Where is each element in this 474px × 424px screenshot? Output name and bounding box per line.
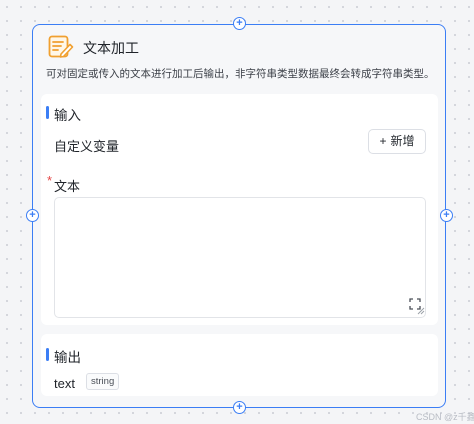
output-variable-name: text (54, 376, 75, 391)
node-title: 文本加工 (83, 40, 139, 56)
text-field-label: 文本 (54, 179, 81, 194)
output-section-title: 输出 (46, 346, 81, 366)
resize-grip-icon[interactable] (416, 306, 425, 315)
connect-handle-bottom[interactable]: + (233, 401, 246, 414)
connect-handle-top[interactable]: + (233, 17, 246, 30)
connect-handle-right[interactable]: + (440, 209, 453, 222)
output-panel: 输出 text string (41, 334, 438, 396)
add-button-label: 新增 (390, 134, 415, 148)
watermark: CSDN @z千鑫 (416, 412, 474, 422)
input-panel: 输入 自定义变量 + 新增 * 文本 (41, 94, 438, 325)
custom-variable-label: 自定义变量 (54, 139, 120, 154)
input-section-title: 输入 (46, 104, 81, 124)
node-description: 可对固定或传入的文本进行加工后输出，非字符串类型数据最终会转成字符串类型。 (46, 68, 435, 80)
required-mark: * (47, 173, 53, 188)
output-type-badge: string (86, 373, 120, 390)
plus-icon: + (379, 134, 387, 148)
add-variable-button[interactable]: + 新增 (368, 129, 426, 154)
text-process-node[interactable]: 文本加工 可对固定或传入的文本进行加工后输出，非字符串类型数据最终会转成字符串类… (32, 24, 446, 408)
text-input-area[interactable] (54, 197, 426, 318)
edit-document-icon (48, 35, 74, 58)
connect-handle-left[interactable]: + (26, 209, 39, 222)
